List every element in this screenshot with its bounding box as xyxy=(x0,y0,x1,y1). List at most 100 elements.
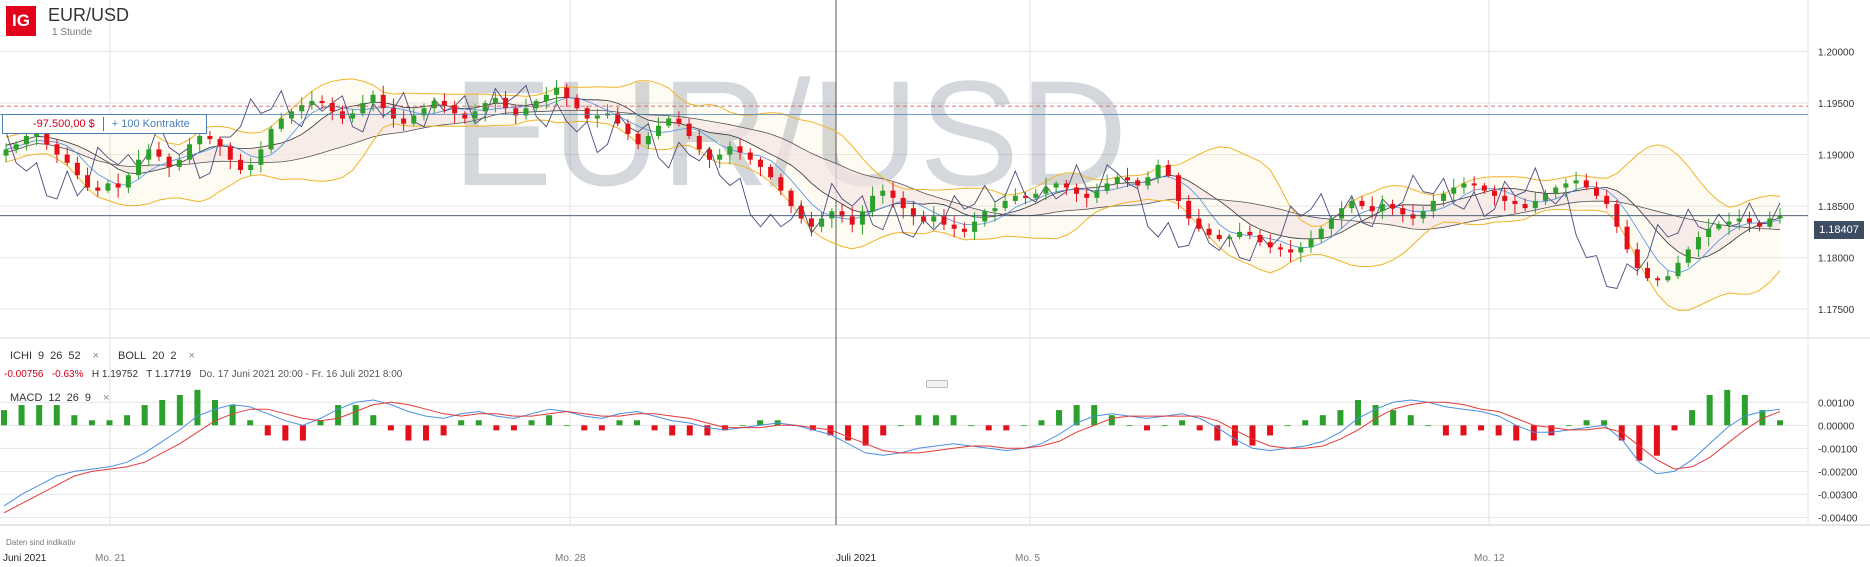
candle-body xyxy=(1053,183,1059,188)
position-contracts[interactable]: + 100 Kontrakte xyxy=(112,118,190,130)
candle-body xyxy=(533,100,539,109)
chart-canvas[interactable]: EUR/USD 1.20000 1.19500 1.19000 1.18500 1.18… xyxy=(0,0,1870,567)
macd-histogram-bar xyxy=(71,415,78,426)
candle-body xyxy=(329,103,335,112)
candle-body xyxy=(829,211,835,219)
candle-body xyxy=(1695,237,1701,250)
macd-histogram-bar xyxy=(1442,425,1449,436)
position-box[interactable]: -97.500,00 $ + 100 Kontrakte xyxy=(2,114,207,134)
disclaimer-text: Daten sind indikativ xyxy=(6,538,76,547)
macd-histogram-bar xyxy=(739,425,746,427)
stats-high-label: H xyxy=(91,369,100,380)
candle-body xyxy=(1441,193,1447,201)
macd-histogram-bar xyxy=(124,415,131,426)
candle-body xyxy=(95,187,101,191)
candle-body xyxy=(1583,180,1589,188)
candle-body xyxy=(1257,234,1263,243)
candle-body xyxy=(472,111,478,119)
macd-histogram-bar xyxy=(1513,425,1520,441)
indicator-macd[interactable]: MACD 12 26 9 × xyxy=(10,392,109,404)
macd-histogram-bar xyxy=(264,425,271,436)
macd-histogram-bar xyxy=(1407,415,1414,426)
macd-histogram-bar xyxy=(1777,420,1783,426)
candle-body xyxy=(1573,180,1579,184)
candle-body xyxy=(1624,226,1630,250)
candle-body xyxy=(1706,228,1712,238)
candle-body xyxy=(859,211,865,225)
macd-histogram-bar xyxy=(528,420,535,426)
candle-body xyxy=(1655,278,1661,281)
candle-body xyxy=(819,218,825,227)
candle-body xyxy=(910,208,916,217)
macd-histogram-bar xyxy=(968,425,975,427)
symbol-title[interactable]: EUR/USD xyxy=(48,5,129,26)
macd-histogram-bar xyxy=(563,425,570,427)
boll-remove-icon[interactable]: × xyxy=(189,350,195,362)
macd-histogram-bar xyxy=(1108,415,1115,426)
indicator-ichi[interactable]: ICHI 9 26 52 × xyxy=(10,350,99,362)
candle-body xyxy=(1512,200,1518,205)
macd-histogram-bar xyxy=(18,405,25,426)
candle-body xyxy=(1481,185,1487,191)
candle-body xyxy=(1084,193,1090,198)
candle-body xyxy=(615,113,621,124)
candle-body xyxy=(1165,164,1171,176)
candle-body xyxy=(482,103,488,112)
candle-body xyxy=(574,97,580,109)
candle-body xyxy=(1757,222,1763,227)
candle-body xyxy=(74,162,80,176)
interval-label[interactable]: 1 Stunde xyxy=(52,27,92,38)
boll-p1: 20 xyxy=(152,350,165,362)
macd-remove-icon[interactable]: × xyxy=(103,392,109,404)
macd-histogram-bar xyxy=(616,420,623,426)
macd-histogram-bar xyxy=(1020,425,1027,427)
candle-body xyxy=(880,190,886,196)
stats-high: 1.19752 xyxy=(101,369,139,380)
macd-histogram-bar xyxy=(1056,410,1063,426)
macd-histogram-bar xyxy=(1302,420,1309,426)
macd-p3: 9 xyxy=(84,392,92,404)
macd-histogram-bar xyxy=(247,420,254,426)
macd-histogram-bar xyxy=(36,405,43,426)
macd-histogram-bar xyxy=(1636,425,1643,461)
candle-body xyxy=(278,118,284,129)
candle-body xyxy=(492,97,498,104)
candle-body xyxy=(992,208,998,212)
stats-low-label: T xyxy=(146,369,153,380)
candle-body xyxy=(1726,221,1732,225)
candle-body xyxy=(1298,247,1304,253)
ichi-remove-icon[interactable]: × xyxy=(93,350,99,362)
signal-line xyxy=(3,401,1781,514)
candle-body xyxy=(900,197,906,209)
stats-change: -0.00756 xyxy=(4,369,44,380)
indicator-boll[interactable]: BOLL 20 2 × xyxy=(118,350,195,362)
macd-histogram-bar xyxy=(897,425,904,427)
candle-body xyxy=(431,100,437,109)
macd-tick-label: -0.00400 xyxy=(1818,513,1858,524)
candle-body xyxy=(798,206,804,219)
candle-body xyxy=(1553,187,1559,194)
candle-body xyxy=(686,123,692,137)
candle-body xyxy=(237,159,243,171)
candle-body xyxy=(757,159,763,167)
ichi-p3: 52 xyxy=(68,350,81,362)
candle-body xyxy=(3,149,9,156)
price-tick-label: 1.19000 xyxy=(1818,151,1855,162)
macd-histogram-bar xyxy=(1689,410,1696,426)
position-pl: -97.500,00 $ xyxy=(33,118,95,130)
candle-body xyxy=(217,139,223,147)
candle-body xyxy=(1196,218,1202,229)
macd-histogram-bar xyxy=(1460,425,1467,436)
x-tick-label: Mo. 28 xyxy=(555,553,586,564)
macd-histogram-bar xyxy=(176,394,183,426)
candle-body xyxy=(503,97,509,109)
macd-histogram-bar xyxy=(229,405,236,426)
candle-body xyxy=(961,228,967,232)
candle-body xyxy=(136,159,142,176)
macd-histogram-bar xyxy=(1741,394,1748,426)
macd-histogram-bar xyxy=(88,420,95,426)
candle-body xyxy=(1502,195,1508,201)
candle-body xyxy=(187,144,193,160)
panel-resize-handle[interactable] xyxy=(926,380,948,388)
macd-histogram-bar xyxy=(985,425,992,431)
